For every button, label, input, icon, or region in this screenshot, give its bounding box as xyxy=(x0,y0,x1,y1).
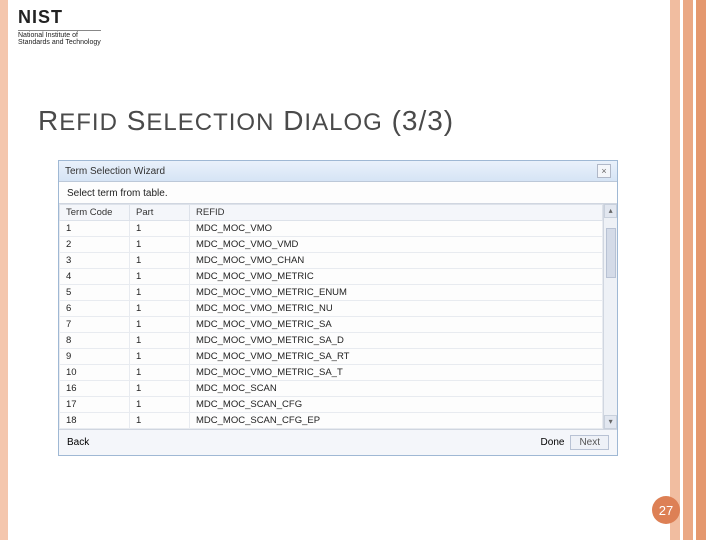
cell-refid: MDC_MOC_VMO_METRIC_SA_D xyxy=(190,333,603,349)
table-row[interactable]: 101MDC_MOC_VMO_METRIC_SA_T xyxy=(60,365,603,381)
cell-part: 1 xyxy=(130,301,190,317)
cell-part: 1 xyxy=(130,237,190,253)
cell-refid: MDC_MOC_VMO_METRIC_SA_T xyxy=(190,365,603,381)
logo-sub1: National Institute of xyxy=(18,30,101,40)
cell-part: 1 xyxy=(130,317,190,333)
cell-refid: MDC_MOC_VMO_METRIC xyxy=(190,269,603,285)
term-table[interactable]: Term Code Part REFID 11MDC_MOC_VMO21MDC_… xyxy=(59,204,603,429)
cell-refid: MDC_MOC_SCAN_CFG xyxy=(190,397,603,413)
right-accent-bars xyxy=(667,0,706,540)
cell-termcode: 2 xyxy=(60,237,130,253)
cell-part: 1 xyxy=(130,349,190,365)
logo-main: NIST xyxy=(18,8,101,28)
table-row[interactable]: 21MDC_MOC_VMO_VMD xyxy=(60,237,603,253)
header-part[interactable]: Part xyxy=(130,205,190,221)
table-row[interactable]: 11MDC_MOC_VMO xyxy=(60,221,603,237)
next-button[interactable]: Next xyxy=(570,435,609,450)
table-row[interactable]: 41MDC_MOC_VMO_METRIC xyxy=(60,269,603,285)
table-row[interactable]: 61MDC_MOC_VMO_METRIC_NU xyxy=(60,301,603,317)
cell-refid: MDC_MOC_SCAN xyxy=(190,381,603,397)
vertical-scrollbar[interactable]: ▴ ▾ xyxy=(603,204,617,429)
cell-refid: MDC_MOC_VMO_METRIC_SA_RT xyxy=(190,349,603,365)
table-row[interactable]: 171MDC_MOC_SCAN_CFG xyxy=(60,397,603,413)
cell-refid: MDC_MOC_VMO xyxy=(190,221,603,237)
cell-termcode: 17 xyxy=(60,397,130,413)
cell-part: 1 xyxy=(130,333,190,349)
cell-termcode: 4 xyxy=(60,269,130,285)
cell-termcode: 16 xyxy=(60,381,130,397)
cell-part: 1 xyxy=(130,365,190,381)
cell-part: 1 xyxy=(130,397,190,413)
dialog-footer: Back Done Next xyxy=(59,430,617,455)
back-link[interactable]: Back xyxy=(67,437,89,448)
dialog-titlebar: Term Selection Wizard × xyxy=(59,161,617,182)
cell-refid: MDC_MOC_VMO_METRIC_SA xyxy=(190,317,603,333)
cell-refid: MDC_MOC_VMO_METRIC_ENUM xyxy=(190,285,603,301)
cell-refid: MDC_MOC_VMO_CHAN xyxy=(190,253,603,269)
page-number-badge: 27 xyxy=(652,496,680,524)
table-row[interactable]: 71MDC_MOC_VMO_METRIC_SA xyxy=(60,317,603,333)
cell-termcode: 3 xyxy=(60,253,130,269)
close-button[interactable]: × xyxy=(597,164,611,178)
dialog-title: Term Selection Wizard xyxy=(65,166,165,177)
cell-refid: MDC_MOC_SCAN_CFG_EP xyxy=(190,413,603,429)
cell-termcode: 7 xyxy=(60,317,130,333)
table-row[interactable]: 31MDC_MOC_VMO_CHAN xyxy=(60,253,603,269)
cell-part: 1 xyxy=(130,381,190,397)
table-row[interactable]: 91MDC_MOC_VMO_METRIC_SA_RT xyxy=(60,349,603,365)
dialog-instruction: Select term from table. xyxy=(59,182,617,203)
scroll-up-icon[interactable]: ▴ xyxy=(604,204,617,218)
cell-part: 1 xyxy=(130,269,190,285)
term-selection-dialog: Term Selection Wizard × Select term from… xyxy=(58,160,618,456)
scroll-thumb[interactable] xyxy=(606,228,616,278)
cell-part: 1 xyxy=(130,253,190,269)
cell-refid: MDC_MOC_VMO_VMD xyxy=(190,237,603,253)
cell-termcode: 18 xyxy=(60,413,130,429)
table-row[interactable]: 51MDC_MOC_VMO_METRIC_ENUM xyxy=(60,285,603,301)
cell-termcode: 8 xyxy=(60,333,130,349)
left-accent-bar xyxy=(0,0,8,540)
logo-sub2: Standards and Technology xyxy=(18,39,101,47)
header-termcode[interactable]: Term Code xyxy=(60,205,130,221)
table-row[interactable]: 181MDC_MOC_SCAN_CFG_EP xyxy=(60,413,603,429)
cell-termcode: 6 xyxy=(60,301,130,317)
cell-part: 1 xyxy=(130,221,190,237)
cell-part: 1 xyxy=(130,413,190,429)
header-refid[interactable]: REFID xyxy=(190,205,603,221)
cell-termcode: 5 xyxy=(60,285,130,301)
cell-termcode: 10 xyxy=(60,365,130,381)
table-row[interactable]: 81MDC_MOC_VMO_METRIC_SA_D xyxy=(60,333,603,349)
cell-refid: MDC_MOC_VMO_METRIC_NU xyxy=(190,301,603,317)
cell-termcode: 9 xyxy=(60,349,130,365)
cell-termcode: 1 xyxy=(60,221,130,237)
cell-part: 1 xyxy=(130,285,190,301)
slide-title: REFID SELECTION DIALOG (3/3) xyxy=(38,105,454,137)
done-label: Done xyxy=(541,437,565,448)
scroll-down-icon[interactable]: ▾ xyxy=(604,415,617,429)
nist-logo: NIST National Institute of Standards and… xyxy=(18,8,101,47)
table-wrap: Term Code Part REFID 11MDC_MOC_VMO21MDC_… xyxy=(59,203,617,430)
table-row[interactable]: 161MDC_MOC_SCAN xyxy=(60,381,603,397)
